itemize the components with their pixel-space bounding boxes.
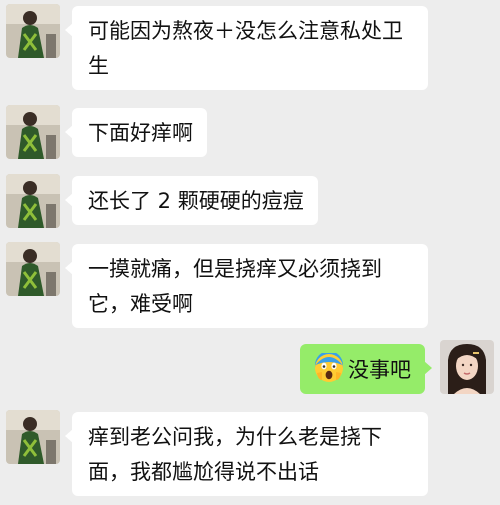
message-bubble[interactable]: 下面好痒啊	[65, 108, 207, 157]
contact-avatar[interactable]	[6, 410, 60, 464]
contact-avatar[interactable]	[6, 242, 60, 296]
contact-avatar[interactable]	[6, 174, 60, 228]
message-bubble[interactable]: 还长了 2 颗硬硬的痘痘	[65, 176, 318, 225]
contact-avatar[interactable]	[6, 4, 60, 58]
user-avatar[interactable]	[440, 340, 494, 394]
chat-conversation: 可能因为熬夜＋没怎么注意私处卫生 下面好痒啊 还长了 2 颗硬硬的痘痘 一摸就痛…	[0, 0, 500, 505]
message-bubble[interactable]: 可能因为熬夜＋没怎么注意私处卫生	[65, 6, 428, 90]
contact-avatar[interactable]	[6, 105, 60, 159]
message-text: 没事吧	[348, 358, 411, 382]
message-text: 还长了 2 颗硬硬的痘痘	[88, 189, 304, 213]
message-bubble[interactable]: 一摸就痛，但是挠痒又必须挠到它，难受啊	[65, 244, 428, 328]
screaming-face-emoji-icon	[314, 353, 344, 383]
message-text: 可能因为熬夜＋没怎么注意私处卫生	[88, 19, 403, 78]
message-bubble[interactable]: 痒到老公问我，为什么老是挠下面，我都尴尬得说不出话	[65, 412, 428, 496]
message-text: 下面好痒啊	[88, 121, 193, 145]
message-text: 一摸就痛，但是挠痒又必须挠到它，难受啊	[88, 257, 382, 316]
message-bubble-outgoing[interactable]: 没事吧	[300, 344, 432, 394]
message-text: 痒到老公问我，为什么老是挠下面，我都尴尬得说不出话	[88, 425, 382, 484]
